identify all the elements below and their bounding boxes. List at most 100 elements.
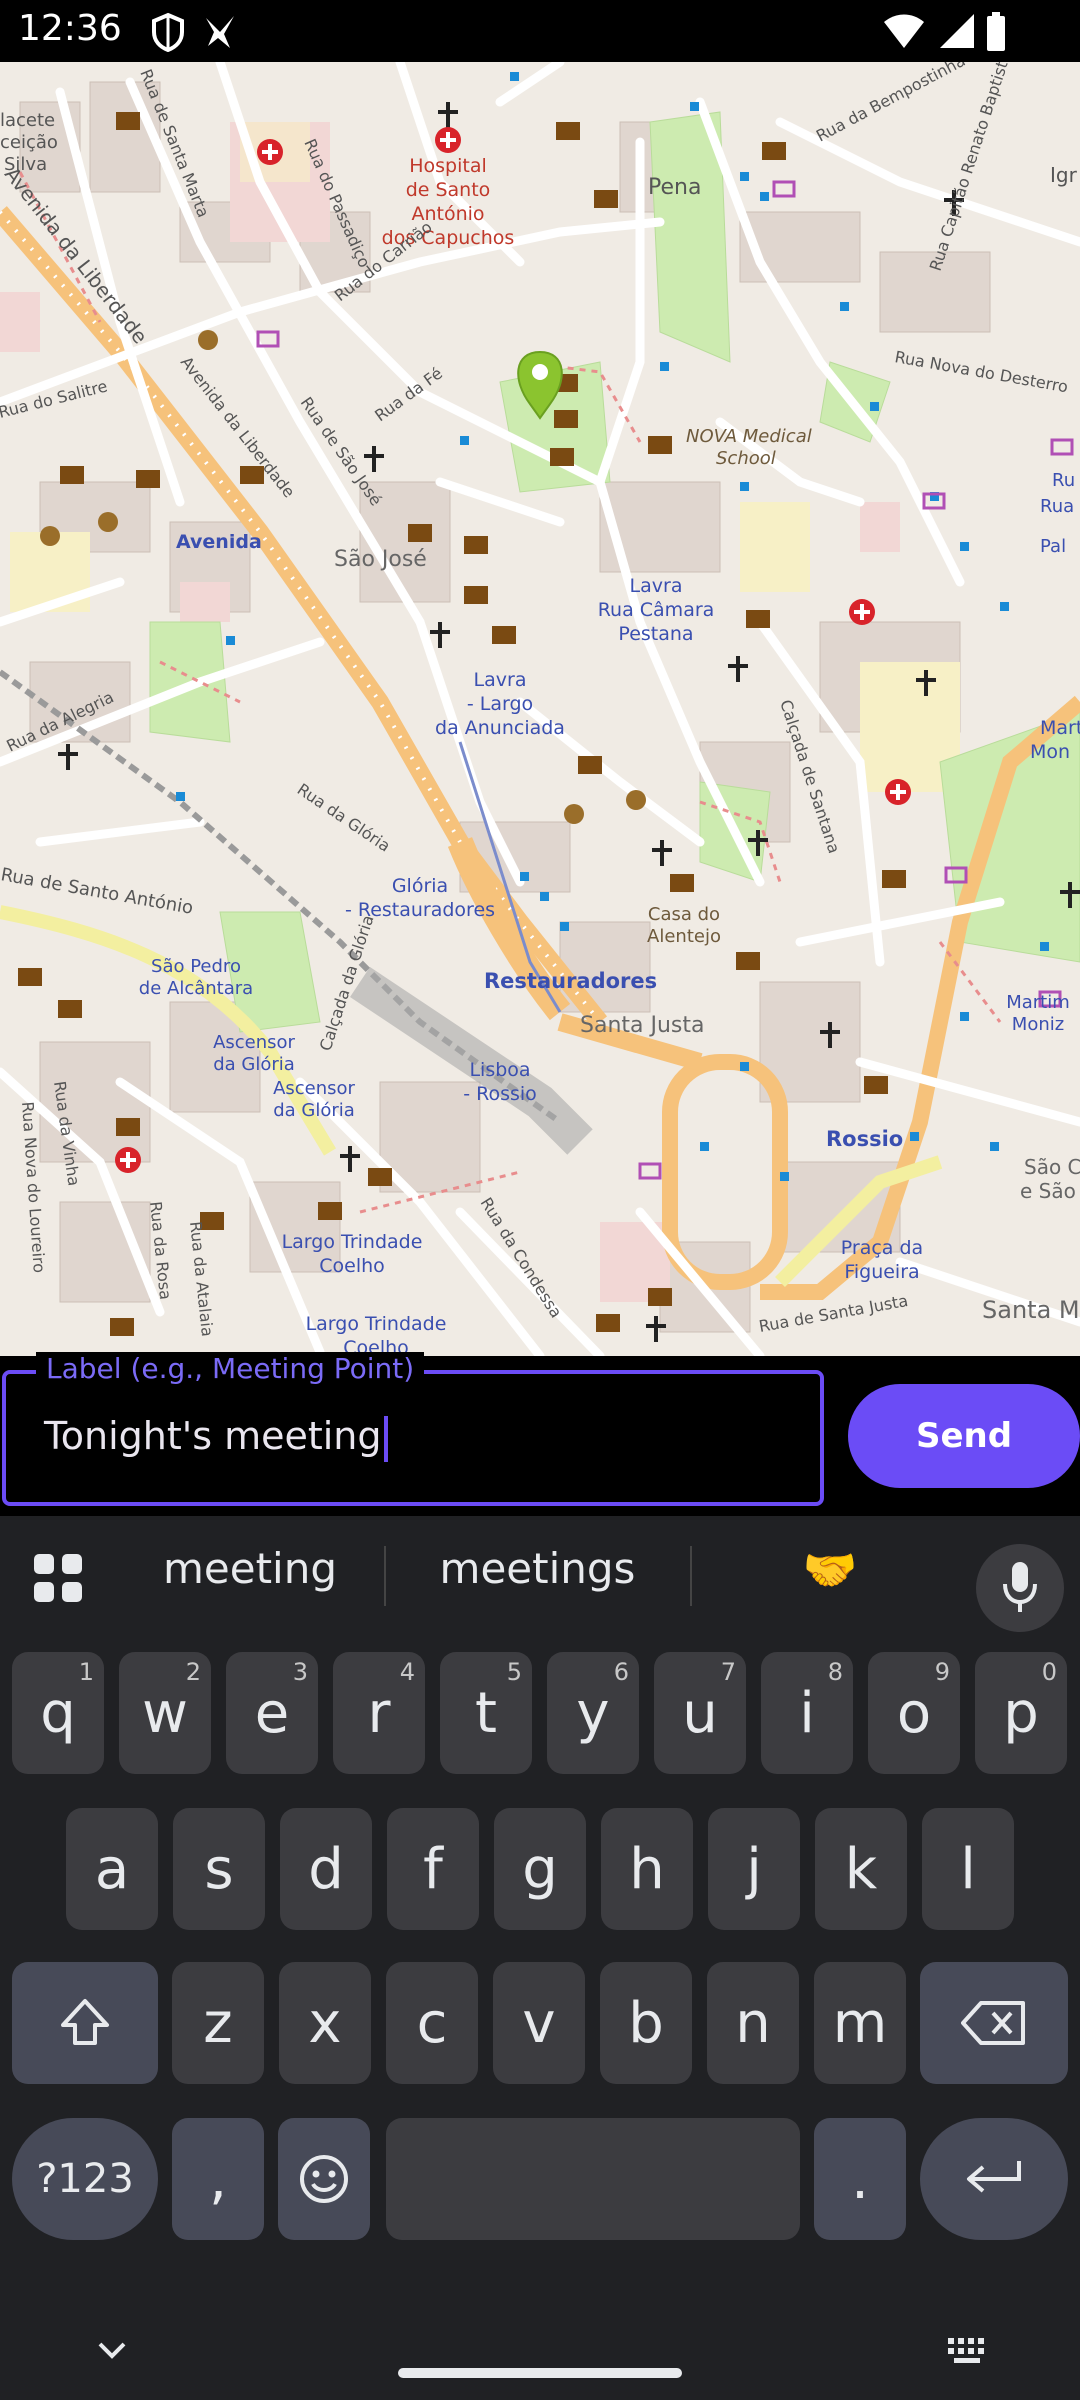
suggestion-strip: meeting meetings 🤝 [0,1516,1080,1636]
map-label: São Pedro de Alcântara [139,956,253,999]
map-label: lacete [0,110,55,131]
emoji-key[interactable] [278,2118,370,2240]
enter-key[interactable] [920,2118,1068,2240]
keyboard-switch-icon[interactable] [946,2336,990,2366]
key-letter: r [367,1680,391,1746]
suggestion-divider [384,1546,386,1606]
key-hint: 8 [827,1658,843,1686]
key-letter: p [1003,1680,1039,1746]
key-letter: i [799,1680,815,1746]
map-label: Avenida [176,531,262,553]
map-label: Mon [1030,741,1070,763]
key-q[interactable]: q1 [12,1652,104,1774]
key-v[interactable]: v [493,1962,585,2084]
shift-key[interactable] [12,1962,158,2084]
status-time: 12:36 [18,8,122,49]
map-label: e São [1020,1179,1076,1203]
map-label: São C [1024,1155,1080,1179]
map-label: Restauradores [484,969,657,993]
key-h[interactable]: h [601,1808,693,1930]
key-t[interactable]: t5 [440,1652,532,1774]
key-x[interactable]: x [279,1962,371,2084]
map-canvas[interactable]: lacete ceição Silva Avenida da Liberdade… [0,62,1080,1356]
map-label: Pal [1040,536,1066,557]
period-key[interactable]: . [814,2118,906,2240]
key-y[interactable]: y6 [547,1652,639,1774]
key-letter: o [896,1680,932,1746]
key-s[interactable]: s [173,1808,265,1930]
wifi-icon [884,14,924,48]
shift-icon [61,1999,109,2045]
label-input[interactable]: Label (e.g., Meeting Point) Tonight's me… [2,1352,824,1506]
map-label: Rossio [826,1127,903,1151]
map-label: Martim Moniz [1006,992,1070,1035]
key-a[interactable]: a [66,1808,158,1930]
key-hint: 9 [934,1658,950,1686]
key-k[interactable]: k [815,1808,907,1930]
key-letter: t [475,1680,497,1746]
key-w[interactable]: w2 [119,1652,211,1774]
map-label: Santa Maria [982,1296,1080,1324]
label-input-label: Label (e.g., Meeting Point) [36,1352,425,1385]
shield-icon [152,12,184,52]
space-key[interactable] [386,2118,800,2240]
key-letter: q [40,1680,76,1746]
map-label: Ascensor da Glória [213,1032,295,1075]
keyboard: meeting meetings 🤝 q1w2e3r4t5y6u7i8o9p0 … [0,1516,1080,2400]
key-hint: 4 [399,1658,415,1686]
key-letter: e [254,1680,290,1746]
symbols-key[interactable]: ?123 [12,2118,158,2240]
key-letter: y [576,1680,610,1746]
map-label: ceição [0,132,58,153]
backspace-key[interactable] [920,1962,1068,2084]
label-input-value: Tonight's meeting [44,1414,388,1462]
emoji-suggestion[interactable]: 🤝 [770,1544,890,1596]
key-l[interactable]: l [922,1808,1014,1930]
key-c[interactable]: c [386,1962,478,2084]
map-label: São José [334,547,427,572]
key-letter: u [682,1680,718,1746]
key-hint: 6 [613,1658,629,1686]
key-z[interactable]: z [172,1962,264,2084]
key-b[interactable]: b [600,1962,692,2084]
key-hint: 7 [720,1658,736,1686]
key-g[interactable]: g [494,1808,586,1930]
suggestion-1[interactable]: meeting [140,1544,360,1593]
send-button[interactable]: Send [848,1384,1080,1488]
home-handle[interactable] [398,2368,682,2378]
key-hint: 0 [1041,1658,1057,1686]
apps-grid-icon[interactable] [32,1552,84,1604]
comma-key[interactable]: , [172,2118,264,2240]
key-r[interactable]: r4 [333,1652,425,1774]
map-view[interactable]: lacete ceição Silva Avenida da Liberdade… [0,62,1080,1356]
key-u[interactable]: u7 [654,1652,746,1774]
text-cursor [383,1415,388,1462]
status-bar: 12:36 [0,0,1080,62]
map-label: Ascensor da Glória [273,1078,355,1121]
key-letter: w [142,1680,188,1746]
key-d[interactable]: d [280,1808,372,1930]
key-o[interactable]: o9 [868,1652,960,1774]
suggestion-2[interactable]: meetings [420,1544,655,1593]
signal-icon [940,14,974,48]
bird-icon [206,16,234,48]
chevron-down-icon[interactable] [96,2338,128,2362]
key-hint: 5 [506,1658,522,1686]
key-n[interactable]: n [707,1962,799,2084]
map-label: Rua [1040,496,1074,517]
microphone-button[interactable] [976,1544,1064,1632]
key-e[interactable]: e3 [226,1652,318,1774]
navigation-bar [0,2320,1080,2400]
map-label: Ru [1052,470,1075,491]
key-hint: 3 [292,1658,308,1686]
key-p[interactable]: p0 [975,1652,1067,1774]
key-m[interactable]: m [814,1962,906,2084]
map-label: Pena [648,175,701,200]
backspace-icon [961,2001,1025,2045]
key-i[interactable]: i8 [761,1652,853,1774]
map-label: Casa do Alentejo [647,904,721,947]
key-f[interactable]: f [387,1808,479,1930]
key-j[interactable]: j [708,1808,800,1930]
suggestion-divider [690,1546,692,1606]
map-label: Marti [1040,717,1080,739]
